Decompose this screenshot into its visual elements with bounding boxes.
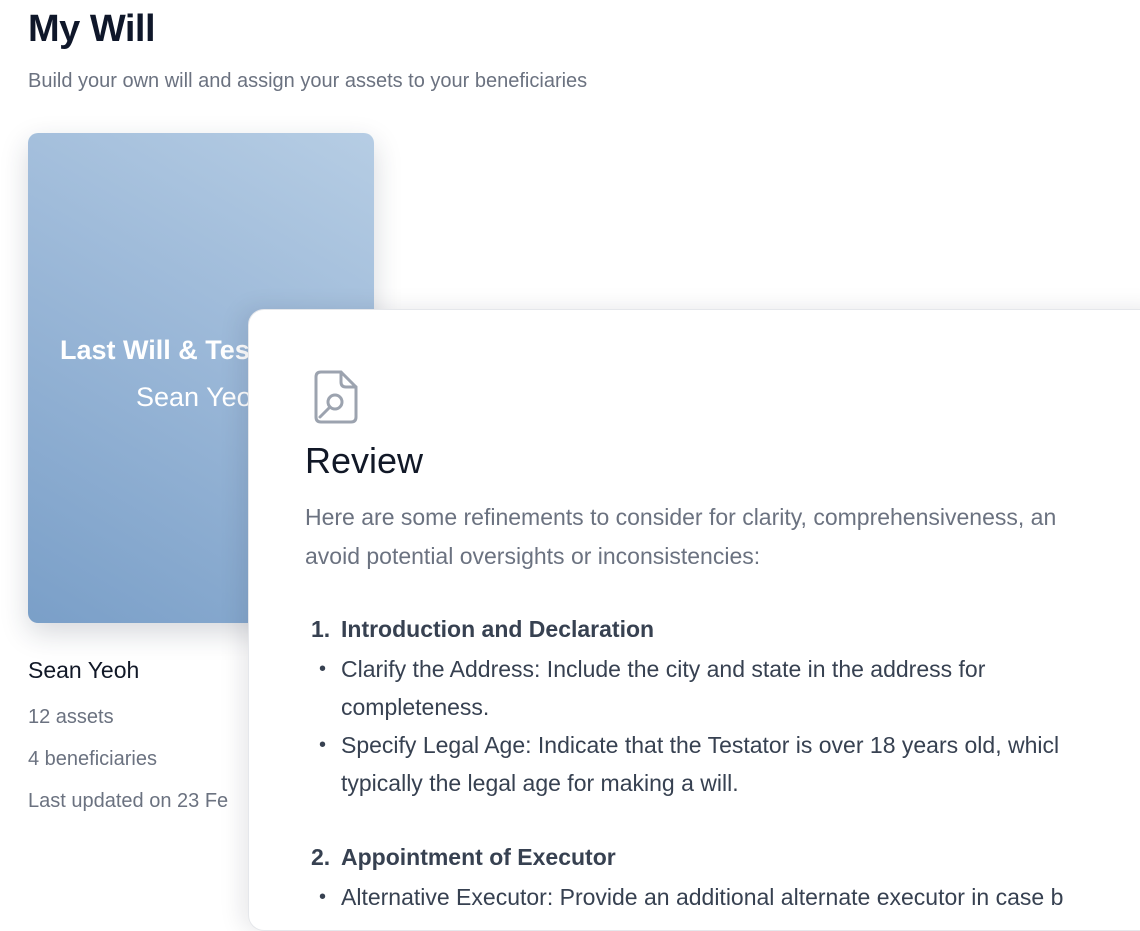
list-item-line: Clarify the Address: Include the city an… <box>341 656 986 682</box>
section-number: 1. <box>311 616 331 642</box>
section-heading: 2. Appointment of Executor <box>311 840 1140 874</box>
list-item: • Alternative Executor: Provide an addit… <box>311 878 1140 916</box>
bullet-icon: • <box>319 886 327 908</box>
page-header: My Will Build your own will and assign y… <box>28 4 587 94</box>
section-heading-text: Appointment of Executor <box>341 844 616 870</box>
section-items: • Alternative Executor: Provide an addit… <box>311 878 1140 916</box>
document-search-icon <box>314 370 358 424</box>
review-title: Review <box>305 440 424 481</box>
section-number: 2. <box>311 844 331 870</box>
last-updated: Last updated on 23 Fe <box>28 790 229 812</box>
list-item-line: Specify Legal Age: Indicate that the Tes… <box>341 732 1060 758</box>
section-items: • Clarify the Address: Include the city … <box>311 650 1140 802</box>
list-item-line: Alternative Executor: Provide an additio… <box>341 884 1064 910</box>
will-cover-name: Sean Yeo <box>136 382 252 412</box>
review-intro-line: Here are some refinements to consider fo… <box>305 504 1057 530</box>
section-heading-text: Introduction and Declaration <box>341 616 655 642</box>
beneficiaries-count: 4 beneficiaries <box>28 748 157 770</box>
bullet-icon: • <box>319 658 327 680</box>
page-title: My Will <box>28 8 156 50</box>
review-panel: Review Here are some refinements to cons… <box>248 309 1140 931</box>
list-item-line: typically the legal age for making a wil… <box>341 770 739 796</box>
will-owner-name[interactable]: Sean Yeoh <box>28 655 228 685</box>
page-subtitle: Build your own will and assign your asse… <box>28 70 588 92</box>
list-item-line: completeness. <box>341 694 490 720</box>
review-intro-line: avoid potential oversights or inconsiste… <box>305 543 761 569</box>
assets-count: 12 assets <box>28 706 114 728</box>
review-section-executor: 2. Appointment of Executor • Alternative … <box>311 840 1140 916</box>
review-intro: Here are some refinements to consider fo… <box>305 498 1140 576</box>
will-cover-title: Last Will & Tes <box>60 335 250 365</box>
section-heading: 1. Introduction and Declaration <box>311 612 1140 646</box>
review-section-introduction: 1. Introduction and Declaration • Clarify… <box>311 612 1140 802</box>
bullet-icon: • <box>319 734 327 756</box>
list-item: • Specify Legal Age: Indicate that the T… <box>311 726 1140 802</box>
list-item: • Clarify the Address: Include the city … <box>311 650 1140 726</box>
will-card-info: Sean Yeoh 12 assets 4 beneficiaries Last… <box>28 655 228 814</box>
